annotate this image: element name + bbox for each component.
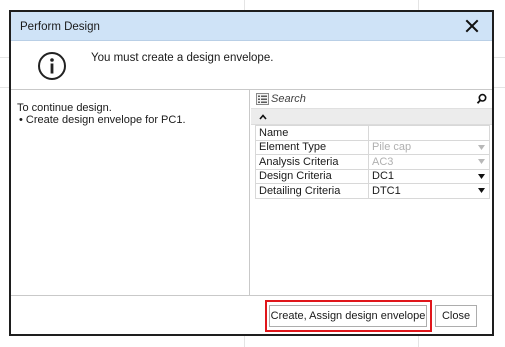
property-row-detailing-criteria: Detailing Criteria DTC1 xyxy=(255,183,490,199)
property-label: Analysis Criteria xyxy=(255,154,369,170)
property-row-name: Name xyxy=(255,125,490,141)
info-icon xyxy=(37,51,67,81)
create-assign-envelope-button[interactable]: Create, Assign design envelope xyxy=(269,305,427,327)
property-row-design-criteria: Design Criteria DC1 xyxy=(255,168,490,184)
detailing-criteria-value: DTC1 xyxy=(372,184,401,197)
property-label: Detailing Criteria xyxy=(255,183,369,199)
element-type-select: Pile cap xyxy=(368,139,490,155)
property-grid: Search Name Element Type Pile cap Analys… xyxy=(251,90,492,295)
instruction-heading: To continue design. xyxy=(17,102,112,114)
info-message: You must create a design envelope. xyxy=(91,52,274,64)
design-criteria-select[interactable]: DC1 xyxy=(368,168,490,184)
property-search-bar[interactable]: Search xyxy=(251,90,492,109)
instruction-bullet: • Create design envelope for PC1. xyxy=(19,114,186,126)
info-message-area: You must create a design envelope. xyxy=(11,41,492,90)
property-row-analysis-criteria: Analysis Criteria AC3 xyxy=(255,154,490,170)
instructions-pane: To continue design. • Create design enve… xyxy=(11,90,250,295)
perform-design-dialog: Perform Design You must create a design … xyxy=(9,10,494,336)
dropdown-arrow-icon[interactable] xyxy=(478,173,485,179)
dropdown-arrow-icon xyxy=(478,144,485,150)
name-field[interactable] xyxy=(368,125,490,141)
search-input[interactable]: Search xyxy=(271,93,306,105)
property-row-element-type: Element Type Pile cap xyxy=(255,139,490,155)
element-type-value: Pile cap xyxy=(372,141,412,154)
close-icon[interactable] xyxy=(462,15,482,37)
analysis-criteria-select: AC3 xyxy=(368,154,490,170)
dialog-footer: Create, Assign design envelope Close xyxy=(11,295,492,334)
dropdown-arrow-icon[interactable] xyxy=(478,188,485,193)
dialog-title: Perform Design xyxy=(20,21,100,33)
property-table: Name Element Type Pile cap Analysis Crit… xyxy=(255,125,490,199)
design-criteria-value: DC1 xyxy=(372,170,395,183)
categorize-icon[interactable] xyxy=(256,93,269,105)
property-label: Name xyxy=(255,125,369,141)
collapse-icon[interactable] xyxy=(258,112,268,122)
title-bar: Perform Design xyxy=(11,12,492,41)
detailing-criteria-select[interactable]: DTC1 xyxy=(368,183,490,199)
analysis-criteria-value: AC3 xyxy=(372,155,394,168)
close-button[interactable]: Close xyxy=(435,305,477,327)
property-category-header[interactable] xyxy=(251,109,492,125)
property-label: Design Criteria xyxy=(255,168,369,184)
search-icon[interactable] xyxy=(476,93,488,105)
property-label: Element Type xyxy=(255,139,369,155)
dropdown-arrow-icon xyxy=(478,159,485,164)
